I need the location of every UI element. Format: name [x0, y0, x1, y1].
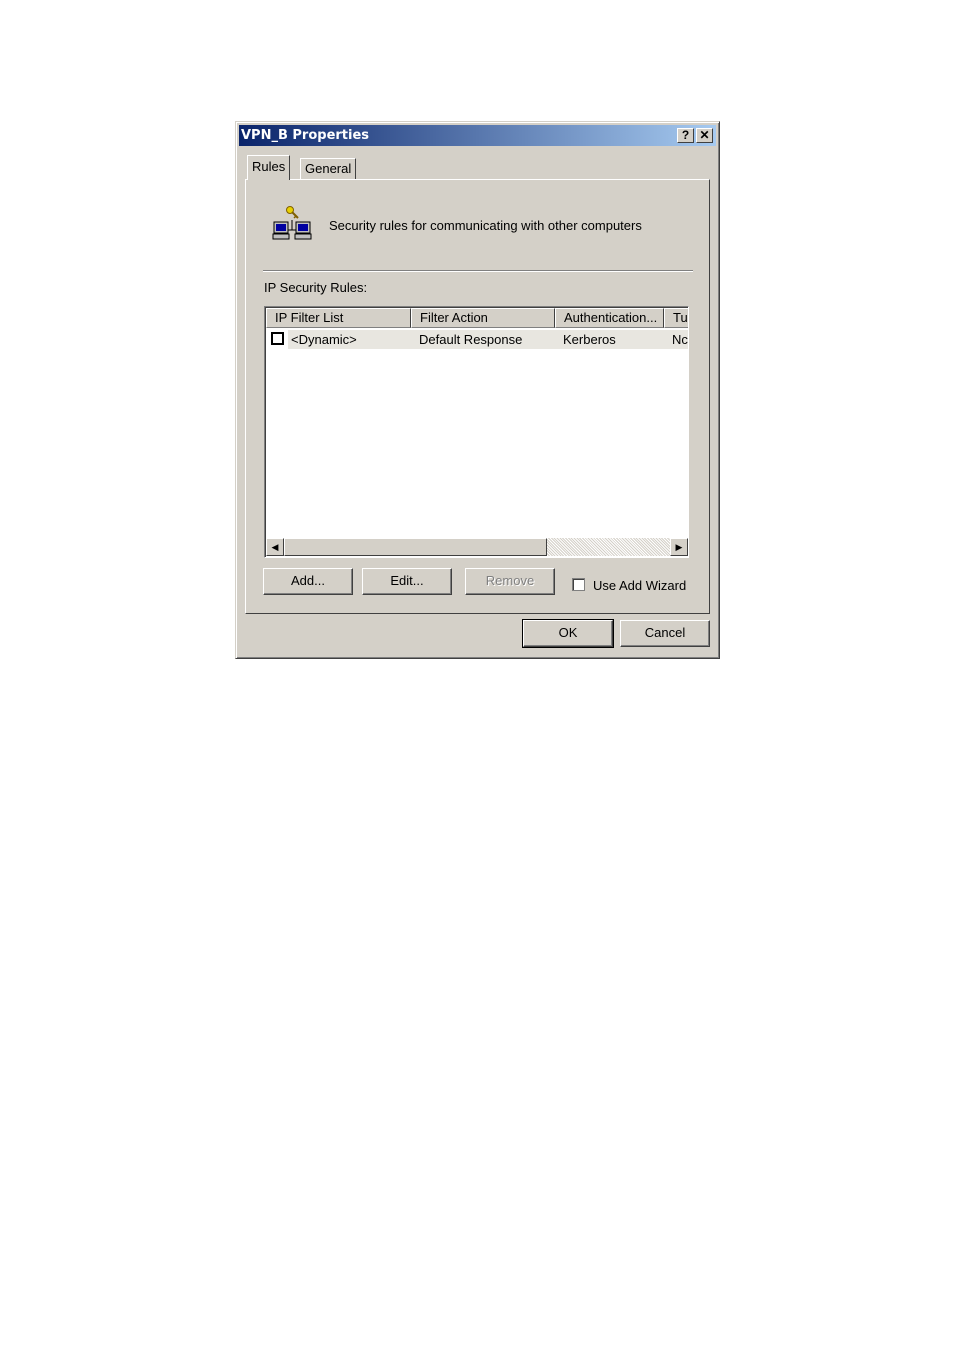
- rules-list[interactable]: IP Filter List Filter Action Authenticat…: [264, 306, 689, 558]
- column-header-ip-filter-list[interactable]: IP Filter List: [266, 308, 411, 328]
- tab-general[interactable]: General: [300, 158, 357, 179]
- column-header-filter-action[interactable]: Filter Action: [411, 308, 555, 328]
- title-bar[interactable]: VPN_B Properties ? ✕: [239, 125, 716, 146]
- add-button[interactable]: Add...: [263, 568, 353, 595]
- tab-general-label: General: [305, 161, 352, 176]
- rules-section-label: IP Security Rules:: [264, 280, 368, 295]
- scroll-right-button[interactable]: ▶: [670, 538, 688, 556]
- header-description: Security rules for communicating with ot…: [329, 218, 642, 233]
- scroll-left-button[interactable]: ◀: [266, 538, 284, 556]
- properties-dialog: VPN_B Properties ? ✕ Rules General Secur…: [235, 121, 720, 659]
- window-title: VPN_B Properties: [241, 128, 370, 143]
- column-header-tunnel[interactable]: Tu: [664, 308, 688, 328]
- horizontal-scrollbar[interactable]: ◀ ▶: [266, 538, 688, 556]
- cell-tunnel: Nc: [672, 332, 688, 347]
- cell-filter-action: Default Response: [419, 332, 523, 347]
- use-add-wizard-checkbox[interactable]: [572, 578, 585, 591]
- use-add-wizard-label[interactable]: Use Add Wizard: [593, 578, 686, 593]
- edit-button[interactable]: Edit...: [362, 568, 452, 595]
- column-header-authentication[interactable]: Authentication...: [555, 308, 664, 328]
- remove-button[interactable]: Remove: [465, 568, 555, 595]
- cell-authentication: Kerberos: [563, 332, 616, 347]
- header-divider: [263, 270, 693, 272]
- table-row[interactable]: <Dynamic> Default Response Kerberos Nc: [266, 329, 688, 350]
- close-button[interactable]: ✕: [696, 128, 713, 143]
- arrow-left-icon: ◀: [271, 542, 279, 552]
- arrow-right-icon: ▶: [675, 542, 683, 552]
- cell-ip-filter-list: <Dynamic>: [291, 332, 357, 347]
- tab-rules[interactable]: Rules: [247, 155, 291, 180]
- cancel-button[interactable]: Cancel: [620, 620, 710, 647]
- ok-button[interactable]: OK: [522, 619, 614, 648]
- network-key-icon: [272, 206, 312, 240]
- tab-rules-label: Rules: [252, 159, 286, 174]
- scroll-thumb[interactable]: [284, 538, 547, 556]
- help-button[interactable]: ?: [677, 128, 694, 143]
- rule-checkbox[interactable]: [271, 332, 284, 345]
